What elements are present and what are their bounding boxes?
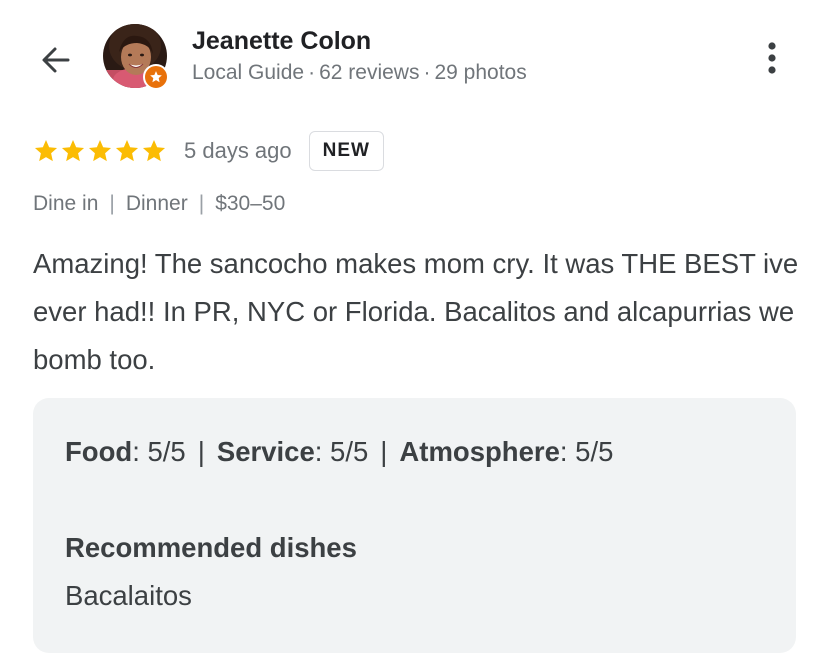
tag-separator: |: [198, 192, 205, 215]
photos-count: 29 photos: [434, 61, 527, 84]
score-colon: :: [132, 436, 148, 467]
local-guide-star-icon: [150, 71, 162, 83]
review-header: Jeanette Colon Local Guide · 62 reviews · 29…: [0, 0, 828, 115]
score-colon: :: [314, 436, 331, 467]
score-label-service: Service: [216, 436, 315, 467]
review-text: Amazing! The sancocho makes mom cry. It …: [33, 248, 799, 375]
details-card: Food: 5/5 | Service: 5/5 | Atmosphere: 5/5 R…: [33, 398, 796, 653]
tag-dine-in: Dine in: [33, 192, 99, 215]
review-time: 5 days ago: [184, 138, 292, 163]
meta-separator: ·: [308, 61, 316, 84]
visit-tags: Dine in | Dinner | $30–50: [33, 192, 285, 216]
reviewer-meta: Local Guide · 62 reviews · 29 photos: [192, 61, 527, 85]
score-value-atmosphere: 5/5: [575, 436, 614, 467]
reviewer-name[interactable]: Jeanette Colon: [192, 27, 371, 56]
star-icon: [61, 139, 85, 162]
score-label-food: Food: [65, 436, 133, 467]
new-badge: NEW: [308, 131, 384, 171]
tag-price: $30–50: [215, 192, 286, 215]
back-button[interactable]: [34, 38, 78, 82]
star-icon: [142, 139, 166, 162]
rating-row: 5 days ago NEW: [33, 129, 384, 173]
recommended-dishes-title: Recommended dishes: [65, 532, 357, 563]
arrow-left-icon: [42, 47, 70, 73]
score-separator: |: [197, 436, 205, 467]
score-separator: |: [380, 436, 388, 467]
star-icon: [88, 139, 112, 162]
score-colon: :: [559, 436, 576, 467]
meta-separator: ·: [423, 61, 431, 84]
score-value-food: 5/5: [147, 436, 186, 467]
local-guide-label: Local Guide: [192, 61, 305, 84]
star-icon: [34, 139, 58, 162]
star-rating: [33, 138, 167, 164]
local-guide-badge: [143, 64, 169, 90]
reviews-count: 62 reviews: [319, 61, 420, 84]
more-options-button[interactable]: [752, 36, 792, 80]
score-label-atmosphere: Atmosphere: [399, 436, 560, 467]
recommended-dishes-value: Bacalaitos: [65, 580, 192, 611]
score-row: Food: 5/5 | Service: 5/5 | Atmosphere: 5/5: [65, 436, 613, 468]
tag-meal: Dinner: [125, 192, 188, 215]
reviewer-avatar[interactable]: [103, 24, 169, 90]
more-vert-icon: [768, 42, 776, 74]
star-icon: [115, 139, 139, 162]
tag-separator: |: [109, 192, 115, 215]
score-value-service: 5/5: [330, 436, 369, 467]
